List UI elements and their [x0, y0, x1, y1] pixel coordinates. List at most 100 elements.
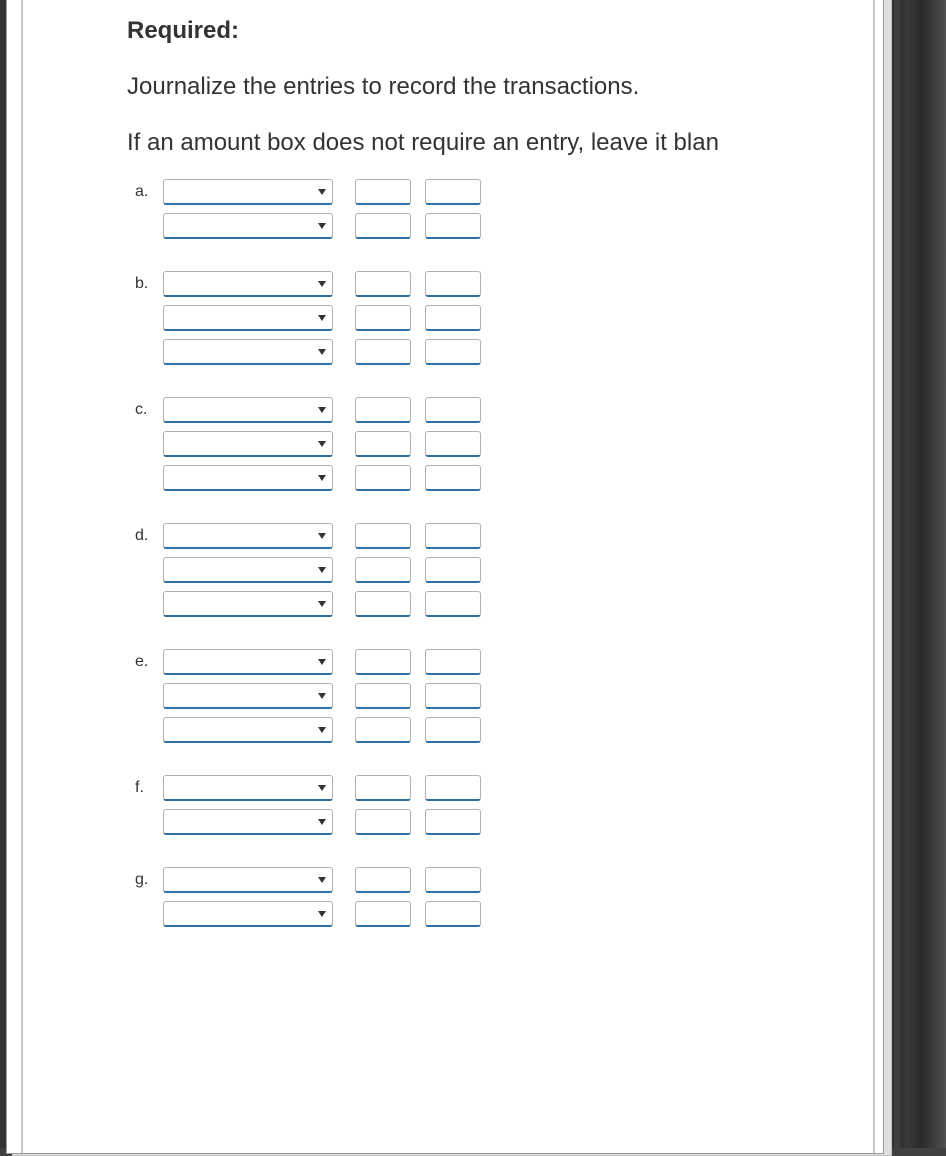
- debit-field[interactable]: [356, 718, 410, 741]
- debit-input[interactable]: [355, 339, 411, 365]
- account-select[interactable]: [163, 339, 333, 365]
- credit-input[interactable]: [425, 649, 481, 675]
- debit-input[interactable]: [355, 179, 411, 205]
- account-select[interactable]: [163, 901, 333, 927]
- entry-group-g: g.: [135, 867, 783, 927]
- debit-field[interactable]: [356, 902, 410, 925]
- credit-input[interactable]: [425, 809, 481, 835]
- credit-input[interactable]: [425, 523, 481, 549]
- debit-field[interactable]: [356, 776, 410, 799]
- account-select[interactable]: [163, 465, 333, 491]
- account-select[interactable]: [163, 305, 333, 331]
- credit-input[interactable]: [425, 901, 481, 927]
- credit-field[interactable]: [426, 524, 480, 547]
- credit-field[interactable]: [426, 810, 480, 833]
- credit-input[interactable]: [425, 557, 481, 583]
- credit-input[interactable]: [425, 339, 481, 365]
- credit-field[interactable]: [426, 592, 480, 615]
- debit-field[interactable]: [356, 466, 410, 489]
- account-select[interactable]: [163, 431, 333, 457]
- credit-field[interactable]: [426, 272, 480, 295]
- debit-input[interactable]: [355, 867, 411, 893]
- entry-row: [135, 339, 783, 365]
- debit-input[interactable]: [355, 683, 411, 709]
- debit-input[interactable]: [355, 591, 411, 617]
- debit-field[interactable]: [356, 340, 410, 363]
- account-select[interactable]: [163, 717, 333, 743]
- credit-input[interactable]: [425, 591, 481, 617]
- debit-field[interactable]: [356, 214, 410, 237]
- credit-field[interactable]: [426, 180, 480, 203]
- entry-row: [135, 901, 783, 927]
- debit-input[interactable]: [355, 271, 411, 297]
- credit-input[interactable]: [425, 775, 481, 801]
- account-select[interactable]: [163, 271, 333, 297]
- credit-input[interactable]: [425, 717, 481, 743]
- entry-label: f.: [135, 779, 163, 797]
- credit-field[interactable]: [426, 776, 480, 799]
- account-select[interactable]: [163, 213, 333, 239]
- debit-input[interactable]: [355, 775, 411, 801]
- debit-input[interactable]: [355, 431, 411, 457]
- dark-background: Required: Journalize the entries to reco…: [0, 0, 905, 1148]
- credit-field[interactable]: [426, 650, 480, 673]
- instruction-text: Journalize the entries to record the tra…: [127, 71, 783, 103]
- debit-input[interactable]: [355, 305, 411, 331]
- credit-input[interactable]: [425, 683, 481, 709]
- debit-input[interactable]: [355, 465, 411, 491]
- account-select[interactable]: [163, 179, 333, 205]
- account-select[interactable]: [163, 397, 333, 423]
- credit-field[interactable]: [426, 902, 480, 925]
- debit-input[interactable]: [355, 649, 411, 675]
- debit-field[interactable]: [356, 558, 410, 581]
- credit-input[interactable]: [425, 179, 481, 205]
- account-select[interactable]: [163, 683, 333, 709]
- credit-input[interactable]: [425, 397, 481, 423]
- debit-input[interactable]: [355, 717, 411, 743]
- account-select[interactable]: [163, 809, 333, 835]
- account-select[interactable]: [163, 557, 333, 583]
- credit-field[interactable]: [426, 398, 480, 421]
- entry-group-a: a.: [135, 179, 783, 239]
- credit-field[interactable]: [426, 432, 480, 455]
- credit-field[interactable]: [426, 340, 480, 363]
- credit-field[interactable]: [426, 868, 480, 891]
- paper-page: Required: Journalize the entries to reco…: [6, 0, 884, 1154]
- credit-field[interactable]: [426, 718, 480, 741]
- debit-input[interactable]: [355, 557, 411, 583]
- credit-input[interactable]: [425, 305, 481, 331]
- credit-field[interactable]: [426, 466, 480, 489]
- credit-field[interactable]: [426, 684, 480, 707]
- debit-field[interactable]: [356, 306, 410, 329]
- journal-entries: a.b.c.d.e.f.g.: [127, 179, 783, 927]
- debit-field[interactable]: [356, 810, 410, 833]
- credit-input[interactable]: [425, 431, 481, 457]
- debit-field[interactable]: [356, 650, 410, 673]
- account-select[interactable]: [163, 775, 333, 801]
- account-select[interactable]: [163, 591, 333, 617]
- debit-field[interactable]: [356, 398, 410, 421]
- debit-field[interactable]: [356, 432, 410, 455]
- debit-field[interactable]: [356, 592, 410, 615]
- debit-field[interactable]: [356, 272, 410, 295]
- account-select[interactable]: [163, 649, 333, 675]
- credit-field[interactable]: [426, 558, 480, 581]
- credit-input[interactable]: [425, 867, 481, 893]
- credit-field[interactable]: [426, 306, 480, 329]
- debit-field[interactable]: [356, 684, 410, 707]
- debit-input[interactable]: [355, 523, 411, 549]
- debit-input[interactable]: [355, 809, 411, 835]
- account-select[interactable]: [163, 523, 333, 549]
- scrollbar-track[interactable]: [894, 0, 900, 1148]
- credit-input[interactable]: [425, 213, 481, 239]
- credit-input[interactable]: [425, 271, 481, 297]
- debit-input[interactable]: [355, 397, 411, 423]
- debit-field[interactable]: [356, 524, 410, 547]
- debit-input[interactable]: [355, 901, 411, 927]
- credit-input[interactable]: [425, 465, 481, 491]
- debit-field[interactable]: [356, 180, 410, 203]
- credit-field[interactable]: [426, 214, 480, 237]
- debit-field[interactable]: [356, 868, 410, 891]
- account-select[interactable]: [163, 867, 333, 893]
- debit-input[interactable]: [355, 213, 411, 239]
